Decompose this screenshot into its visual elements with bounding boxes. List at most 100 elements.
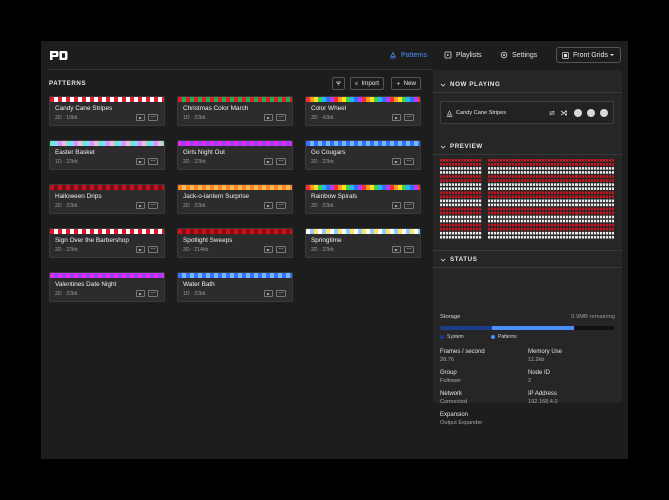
grid-select[interactable]: Front Grids — [556, 47, 621, 63]
led-pixel — [491, 231, 494, 235]
now-playing-header[interactable]: NOW PLAYING — [440, 81, 500, 88]
led-pixel — [530, 179, 533, 182]
more-button[interactable]: ... — [148, 245, 158, 253]
pattern-card[interactable]: Jack-o-lantern Surprise 2D · 22kb ... — [177, 184, 293, 214]
led-pixel — [440, 171, 443, 174]
status-header[interactable]: STATUS — [440, 256, 477, 263]
led-pixel — [582, 199, 585, 203]
play-button[interactable] — [392, 158, 401, 165]
play-button[interactable] — [264, 158, 273, 165]
more-button[interactable]: ... — [404, 201, 414, 209]
more-button[interactable]: ... — [404, 113, 414, 121]
playlist-icon — [444, 51, 452, 59]
led-pixel — [512, 215, 515, 219]
play-button[interactable] — [392, 114, 401, 121]
more-button[interactable]: ... — [276, 289, 286, 297]
led-pixel — [440, 199, 443, 203]
group-label: Group — [440, 370, 457, 376]
nav-playlists[interactable]: Playlists — [444, 48, 482, 62]
play-button[interactable] — [264, 290, 273, 297]
shuffle-icon[interactable] — [560, 109, 568, 117]
play-button[interactable] — [136, 202, 145, 209]
led-pixel — [491, 171, 494, 174]
more-button[interactable]: ... — [276, 245, 286, 253]
import-button[interactable]: Import — [350, 77, 384, 90]
more-button[interactable]: ... — [276, 113, 286, 121]
play-button[interactable] — [264, 114, 273, 121]
play-button[interactable] — [136, 290, 145, 297]
play-button[interactable] — [392, 202, 401, 209]
led-pixel — [563, 235, 566, 239]
pattern-card[interactable]: Easter Basket 1D · 22kb ... — [49, 140, 165, 170]
pattern-card[interactable]: Sign Over the Barbershop 2D · 22kb ... — [49, 228, 165, 258]
led-pixel — [530, 211, 533, 215]
new-label: New — [403, 80, 416, 87]
led-pixel — [500, 191, 503, 194]
pattern-card[interactable]: Valentines Date Night 2D · 22kb ... — [49, 272, 165, 302]
led-pixel — [488, 175, 491, 178]
led-pixel — [500, 211, 503, 215]
play-button[interactable] — [136, 114, 145, 121]
led-pixel — [566, 211, 569, 215]
more-button[interactable]: ... — [148, 201, 158, 209]
led-pixel — [515, 223, 518, 227]
pattern-card[interactable]: Color Wheel 3D · 42kb ... — [305, 96, 421, 126]
new-pattern-button[interactable]: New — [391, 77, 421, 90]
more-button[interactable]: ... — [276, 157, 286, 165]
play-button[interactable] — [136, 158, 145, 165]
nav-patterns[interactable]: Patterns — [389, 48, 427, 62]
filter-button[interactable] — [332, 77, 345, 90]
pattern-card[interactable]: Candy Cane Stripes 2D · 10kb ... — [49, 96, 165, 126]
led-pixel — [566, 223, 569, 227]
play-button[interactable] — [136, 246, 145, 253]
more-button[interactable]: ... — [148, 113, 158, 121]
storage-label: Storage — [440, 314, 461, 320]
more-button[interactable]: ... — [276, 201, 286, 209]
pattern-card[interactable]: Christmas Color March 1D · 22kb ... — [177, 96, 293, 126]
led-pixel — [509, 199, 512, 203]
more-button[interactable]: ... — [404, 245, 414, 253]
next-button[interactable] — [600, 109, 608, 117]
led-pixel — [488, 211, 491, 215]
led-pixel — [515, 199, 518, 203]
led-pixel — [569, 183, 572, 186]
pattern-card[interactable]: Water Bath 1D · 22kb ... — [177, 272, 293, 302]
patterns-dot — [491, 335, 495, 339]
led-pixel — [563, 175, 566, 178]
led-pixel — [494, 215, 497, 219]
more-button[interactable]: ... — [404, 157, 414, 165]
pattern-card[interactable]: Springtime 2D · 22kb ... — [305, 228, 421, 258]
pattern-card[interactable]: Spotlight Sweeps 3D · 214kb ... — [177, 228, 293, 258]
preview-header[interactable]: PREVIEW — [440, 143, 483, 150]
nav-settings[interactable]: Settings — [500, 48, 537, 62]
led-pixel — [464, 171, 467, 174]
led-pixel — [497, 175, 500, 178]
led-pixel — [452, 211, 455, 215]
led-pixel — [512, 219, 515, 223]
pause-button[interactable] — [587, 109, 595, 117]
led-pixel — [536, 231, 539, 235]
led-pixel — [542, 159, 545, 162]
play-button[interactable] — [264, 202, 273, 209]
led-pixel — [582, 215, 585, 219]
pattern-card[interactable]: Go Cougars 2D · 22kb ... — [305, 140, 421, 170]
led-pixel — [576, 179, 579, 182]
led-pixel — [503, 183, 506, 186]
play-button[interactable] — [264, 246, 273, 253]
pattern-card[interactable]: Rainbow Spirals 3D · 22kb ... — [305, 184, 421, 214]
led-pixel — [582, 203, 585, 207]
more-button[interactable]: ... — [148, 157, 158, 165]
led-pixel — [588, 179, 591, 182]
led-pixel — [542, 211, 545, 215]
led-pixel — [597, 231, 600, 235]
previous-button[interactable] — [574, 109, 582, 117]
led-pixel — [566, 159, 569, 162]
repeat-icon[interactable] — [548, 109, 556, 117]
pattern-card[interactable]: Girls Night Out 2D · 22kb ... — [177, 140, 293, 170]
led-pixel — [503, 207, 506, 211]
more-button[interactable]: ... — [148, 289, 158, 297]
play-button[interactable] — [392, 246, 401, 253]
led-pixel — [488, 223, 491, 227]
led-pixel — [594, 211, 597, 215]
pattern-card[interactable]: Halloween Drips 2D · 22kb ... — [49, 184, 165, 214]
